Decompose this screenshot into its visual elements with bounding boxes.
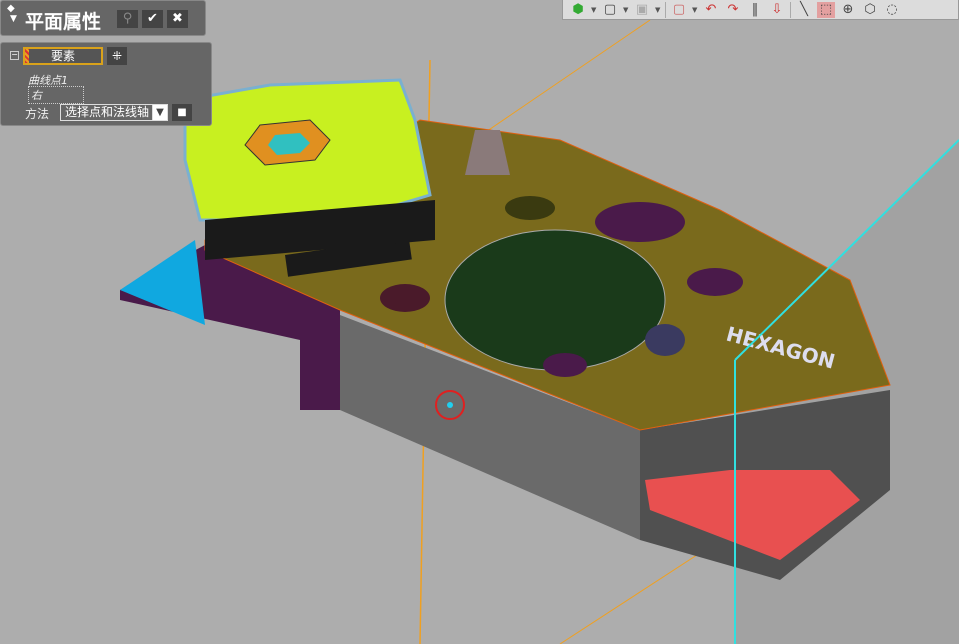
- push-icon[interactable]: ⇩: [768, 2, 786, 18]
- dropdown-caret-icon[interactable]: ▼: [655, 6, 661, 14]
- hole: [595, 202, 685, 242]
- element-selector[interactable]: 要素: [23, 47, 103, 65]
- hole: [543, 353, 587, 377]
- ok-button[interactable]: ✔: [142, 10, 163, 28]
- section-box-icon[interactable]: ▢: [670, 2, 688, 18]
- dropdown-caret-icon[interactable]: ▼: [692, 6, 698, 14]
- rotate-right-icon[interactable]: ↷: [724, 2, 742, 18]
- properties-panel: − 要素 ⁜ 曲线点1 右 方法 选择点和法线轴 ▼ ■: [0, 42, 212, 126]
- parallel-icon[interactable]: ‖: [746, 2, 764, 18]
- large-bore: [444, 229, 666, 371]
- method-select[interactable]: 选择点和法线轴 ▼: [60, 104, 168, 121]
- view-toolbar: ⬢ ▼ ▢ ▼ ▣ ▼ ▢ ▼ ↶ ↷ ‖ ⇩ ╲ ⬚ ⊕ ⬡ ◌: [562, 0, 959, 20]
- view-solid-icon[interactable]: ⬢: [569, 2, 587, 18]
- dome: [645, 324, 685, 356]
- chevron-down-icon[interactable]: ▼: [152, 105, 167, 120]
- dotted-box-icon[interactable]: ⬚: [817, 1, 835, 18]
- rotate-left-icon[interactable]: ↶: [702, 2, 720, 18]
- cyan-face: [120, 240, 205, 325]
- method-value: 选择点和法线轴: [65, 105, 150, 119]
- hexagon-plus-icon[interactable]: ⬡: [861, 2, 879, 18]
- panel-title: 平面属性: [25, 11, 102, 33]
- search-icon[interactable]: ⚲: [117, 10, 138, 28]
- pin-icon[interactable]: ◆: [7, 3, 15, 14]
- free-shape-icon[interactable]: ◌: [883, 2, 901, 18]
- list-item[interactable]: 右: [28, 86, 84, 104]
- collapse-toggle[interactable]: −: [10, 51, 19, 60]
- dropdown-caret-icon[interactable]: ▼: [623, 6, 629, 14]
- lock-icon[interactable]: ■: [172, 104, 192, 121]
- plane-properties-header: ◆ ▼ 平面属性 ⚲ ✔ ✖: [0, 0, 206, 36]
- line-icon[interactable]: ╲: [795, 2, 813, 18]
- toolbar-separator: [665, 1, 666, 18]
- view-cube-icon[interactable]: ▢: [601, 2, 619, 18]
- hole: [380, 284, 430, 312]
- method-label: 方法: [25, 107, 50, 121]
- circle-plus-icon[interactable]: ⊕: [839, 2, 857, 18]
- multi-select-icon[interactable]: ⁜: [107, 47, 127, 65]
- active-stripe: [25, 49, 29, 63]
- view-shaded-icon[interactable]: ▣: [633, 2, 651, 18]
- hole: [505, 196, 555, 220]
- close-button[interactable]: ✖: [167, 10, 188, 28]
- collapse-arrow-icon[interactable]: ▼: [10, 14, 17, 24]
- element-label: 要素: [50, 49, 75, 63]
- toolbar-separator: [790, 1, 791, 18]
- dropdown-caret-icon[interactable]: ▼: [591, 6, 597, 14]
- selected-point-marker: [447, 402, 453, 408]
- hole: [687, 268, 743, 296]
